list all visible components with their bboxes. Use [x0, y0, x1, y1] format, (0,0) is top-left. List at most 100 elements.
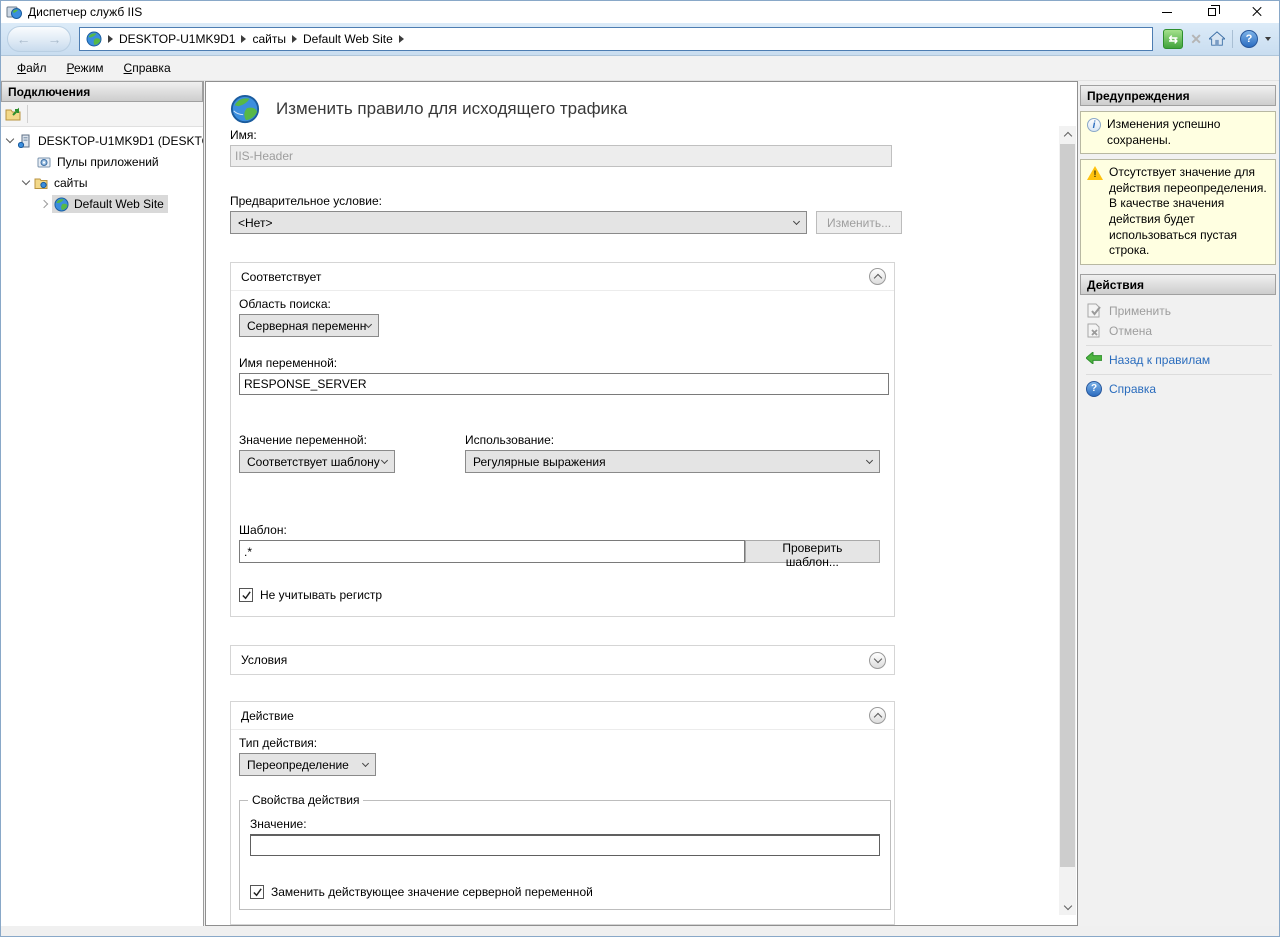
globe-icon: [86, 31, 102, 47]
chevron-down-icon: [866, 456, 873, 463]
breadcrumb-arrow-icon[interactable]: [399, 35, 404, 43]
alert-text: Отсутствует значение для действия переоп…: [1109, 165, 1269, 259]
menu-help[interactable]: Справка: [116, 58, 179, 78]
help-action[interactable]: ? Справка: [1086, 379, 1272, 399]
tree-item-default-web-site[interactable]: Default Web Site: [1, 193, 203, 214]
using-select[interactable]: Регулярные выражения: [465, 450, 880, 473]
using-label: Использование:: [465, 433, 880, 447]
create-connection-icon[interactable]: [5, 106, 21, 122]
actions-list: Применить Отмена Назад к правилам: [1080, 295, 1276, 399]
expander-collapsed-icon[interactable]: [40, 199, 48, 207]
checkbox-checked-icon: [239, 588, 253, 602]
variable-value-value: Соответствует шаблону: [247, 455, 380, 469]
close-button[interactable]: [1234, 1, 1279, 23]
cancel-icon: [1086, 323, 1102, 338]
match-section-header[interactable]: Соответствует: [231, 263, 894, 291]
breadcrumb-server[interactable]: DESKTOP-U1MK9D1: [119, 32, 235, 46]
action-section-header[interactable]: Действие: [231, 702, 894, 730]
main-content: Изменить правило для исходящего трафика …: [205, 81, 1078, 926]
breadcrumb-arrow-icon[interactable]: [241, 35, 246, 43]
name-input: [230, 145, 892, 167]
replace-value-checkbox[interactable]: Заменить действующее значение серверной …: [250, 885, 878, 899]
back-to-rules-action[interactable]: Назад к правилам: [1086, 350, 1272, 370]
selected-tree-item[interactable]: Default Web Site: [52, 195, 168, 213]
breadcrumb-arrow-icon[interactable]: [108, 35, 113, 43]
ignore-case-label: Не учитывать регистр: [260, 588, 382, 602]
pattern-input[interactable]: [239, 540, 745, 563]
conditions-section-header[interactable]: Условия: [231, 646, 894, 674]
tree-item-label[interactable]: сайты: [54, 176, 88, 190]
chevron-down-icon: [365, 320, 372, 327]
help-dropdown-icon[interactable]: [1265, 37, 1271, 41]
expand-section-icon[interactable]: [869, 652, 886, 669]
actions-header: Действия: [1080, 274, 1276, 295]
page-title: Изменить правило для исходящего трафика: [276, 99, 627, 119]
help-label[interactable]: Справка: [1109, 382, 1156, 396]
tree-item-label[interactable]: Пулы приложений: [57, 155, 159, 169]
restore-button[interactable]: [1189, 1, 1234, 23]
checkbox-checked-icon: [250, 885, 264, 899]
collapse-section-icon[interactable]: [869, 268, 886, 285]
precondition-select[interactable]: <Нет>: [230, 211, 807, 234]
home-icon[interactable]: [1209, 31, 1225, 47]
apply-action: Применить: [1086, 301, 1272, 321]
using-value: Регулярные выражения: [473, 455, 606, 469]
apply-icon: [1086, 303, 1102, 318]
variable-value-select[interactable]: Соответствует шаблону: [239, 450, 395, 473]
menu-bar: Файл Режим Справка: [1, 56, 1279, 81]
refresh-icon[interactable]: ⇆: [1163, 29, 1183, 49]
action-value-label: Значение:: [250, 817, 878, 831]
tree-item-server[interactable]: DESKTOP-U1MK9D1 (DESKTOP: [1, 130, 203, 151]
actions-separator: [1086, 374, 1272, 375]
tree-item-sites[interactable]: сайты: [1, 172, 203, 193]
variable-name-input[interactable]: [239, 373, 889, 395]
menu-file[interactable]: Файл: [9, 58, 55, 78]
scope-value: Серверная переменн: [247, 319, 366, 333]
breadcrumb[interactable]: DESKTOP-U1MK9D1 сайты Default Web Site: [79, 27, 1153, 51]
tree-item-app-pools[interactable]: Пулы приложений: [1, 151, 203, 172]
tree-item-label[interactable]: Default Web Site: [74, 197, 164, 211]
action-type-select[interactable]: Переопределение: [239, 753, 376, 776]
action-section-title: Действие: [241, 709, 294, 723]
action-value-input[interactable]: [250, 834, 880, 856]
chevron-down-icon: [873, 655, 881, 663]
precondition-label: Предварительное условие:: [230, 194, 1033, 208]
conditions-section-title: Условия: [241, 653, 287, 667]
scope-label: Область поиска:: [239, 297, 880, 311]
iis-app-icon: [6, 4, 22, 20]
help-icon[interactable]: ?: [1240, 30, 1258, 48]
test-pattern-button[interactable]: Проверить шаблон...: [745, 540, 880, 563]
navigation-buttons: ← →: [7, 26, 71, 52]
collapse-section-icon[interactable]: [869, 707, 886, 724]
edit-rule-form: Изменить правило для исходящего трафика …: [206, 82, 1077, 925]
breadcrumb-arrow-icon[interactable]: [292, 35, 297, 43]
alerts-header: Предупреждения: [1080, 85, 1276, 106]
forward-button[interactable]: →: [48, 32, 62, 46]
ignore-case-checkbox[interactable]: Не учитывать регистр: [239, 588, 880, 602]
expander-expanded-icon[interactable]: [6, 135, 14, 143]
iis-manager-window: Диспетчер служб IIS ← → DESKTOP-U1MK9D1 …: [0, 0, 1280, 937]
back-button[interactable]: ←: [17, 32, 31, 46]
back-to-rules-label[interactable]: Назад к правилам: [1109, 353, 1210, 367]
breadcrumb-default-web-site[interactable]: Default Web Site: [303, 32, 393, 46]
expander-expanded-icon[interactable]: [22, 177, 30, 185]
tree-item-label[interactable]: DESKTOP-U1MK9D1 (DESKTOP: [38, 134, 203, 148]
match-section: Соответствует Область поиска: Серверная …: [230, 262, 895, 617]
application-pools-icon: [37, 155, 52, 169]
menu-view[interactable]: Режим: [59, 58, 112, 78]
minimize-button[interactable]: [1144, 1, 1189, 23]
scroll-down-button[interactable]: [1059, 898, 1076, 915]
stop-icon[interactable]: ✕: [1190, 31, 1202, 48]
scroll-up-button[interactable]: [1059, 126, 1076, 143]
chevron-up-icon: [873, 274, 881, 282]
apply-label: Применить: [1109, 304, 1171, 318]
alert-text: Изменения успешно сохранены.: [1107, 117, 1269, 148]
vertical-scrollbar[interactable]: [1059, 126, 1076, 915]
breadcrumb-sites[interactable]: сайты: [252, 32, 286, 46]
chevron-down-icon: [381, 456, 388, 463]
back-arrow-icon: [1086, 352, 1102, 367]
scrollbar-thumb[interactable]: [1060, 144, 1075, 867]
action-type-value: Переопределение: [247, 758, 349, 772]
scope-select[interactable]: Серверная переменн: [239, 314, 379, 337]
connections-panel: Подключения DESKTOP-U1MK9D1 (DESKTOP: [1, 81, 204, 926]
